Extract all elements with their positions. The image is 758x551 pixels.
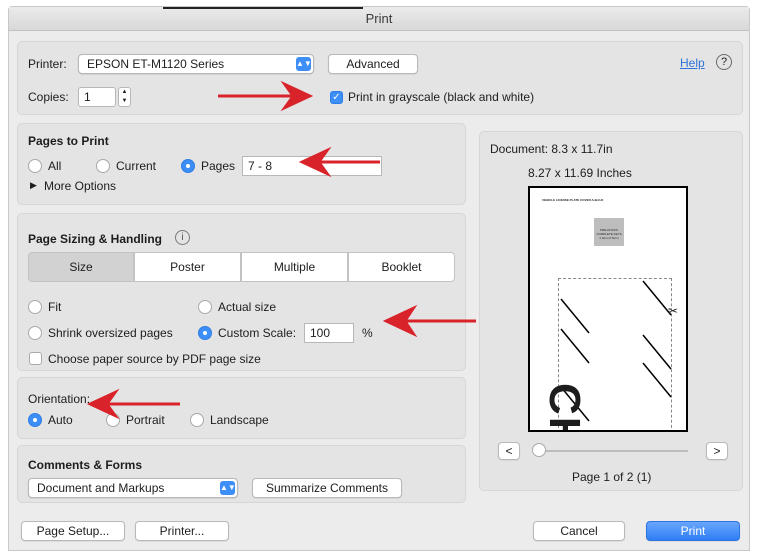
annotation-arrows [86, 80, 476, 420]
